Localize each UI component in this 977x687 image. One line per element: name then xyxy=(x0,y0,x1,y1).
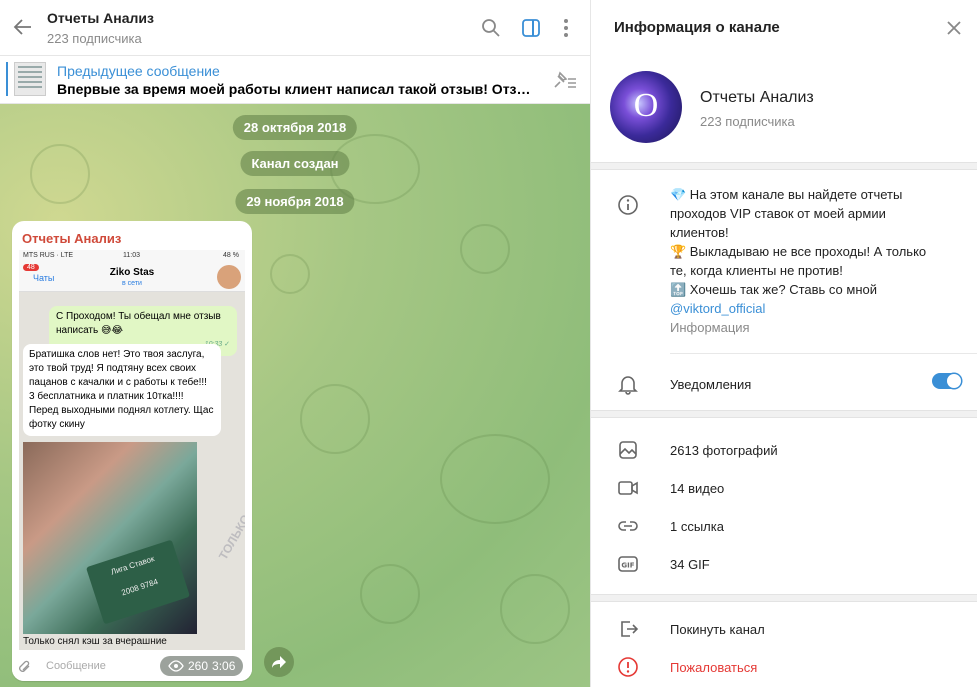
photo-incoming-text: Братишка слов нет! Это твоя заслуга, это… xyxy=(29,349,214,430)
attach-icon xyxy=(19,660,30,672)
sidebar-toggle-icon[interactable] xyxy=(521,18,541,38)
chat-background: 28 октября 2018 Канал создан 29 ноября 2… xyxy=(0,104,590,687)
notifications-toggle[interactable] xyxy=(932,373,962,389)
channel-subscriber-count: 223 подписчика xyxy=(700,114,795,129)
photo-contact-name: Ziko Stas xyxy=(109,267,155,278)
pinned-text: Впервые за время моей работы клиент напи… xyxy=(57,81,537,97)
photo-nav-bar: 48 Чаты Ziko Stas в сети xyxy=(19,262,245,292)
photo-bet-card: Лига Ставок 2008 9784 xyxy=(85,539,191,625)
section-divider xyxy=(591,594,977,602)
search-icon[interactable] xyxy=(481,18,501,38)
gif-icon: GIF xyxy=(618,556,638,572)
photo-carrier: MTS RUS · LTE xyxy=(23,252,74,259)
message-bubble[interactable]: Отчеты Анализ MTS RUS · LTE 11:03 48 % 4… xyxy=(12,221,252,681)
pinned-thumbnail xyxy=(14,62,46,96)
media-links[interactable]: 1 ссылка xyxy=(670,519,724,534)
back-arrow-icon[interactable] xyxy=(12,16,34,38)
date-separator: 28 октября 2018 xyxy=(232,115,358,140)
chat-title[interactable]: Отчеты Анализ xyxy=(47,10,154,26)
views-eye-icon xyxy=(168,660,184,672)
date-separator: 29 ноября 2018 xyxy=(235,189,355,214)
pinned-list-icon[interactable] xyxy=(552,70,578,90)
avatar-letter: O xyxy=(633,87,659,124)
pinned-label: Предыдущее сообщение xyxy=(57,63,220,79)
photo-icon xyxy=(619,441,637,459)
message-meta: 260 3:06 xyxy=(160,656,244,676)
media-photos[interactable]: 2613 фотографий xyxy=(670,443,778,458)
notifications-label[interactable]: Уведомления xyxy=(670,377,751,392)
photo-status-bar: MTS RUS · LTE 11:03 48 % xyxy=(19,250,245,262)
close-icon[interactable] xyxy=(945,19,963,37)
info-title: Информация о канале xyxy=(614,19,780,36)
svg-text:GIF: GIF xyxy=(621,562,634,570)
report-button[interactable]: Пожаловаться xyxy=(670,660,757,675)
photo-incoming-bubble: Братишка слов нет! Это твоя заслуга, это… xyxy=(23,344,221,436)
photo-cash-image: Лига Ставок 2008 9784 xyxy=(23,442,197,634)
link-icon xyxy=(618,521,638,531)
photo-outgoing-text: С Проходом! Ты обещал мне отзыв написать… xyxy=(56,311,221,336)
views-count: 260 xyxy=(188,659,209,673)
chat-pane: Отчеты Анализ 223 подписчика Предыдущее … xyxy=(0,0,590,687)
pinned-indicator xyxy=(6,62,8,96)
row-divider xyxy=(670,353,977,354)
more-menu-icon[interactable] xyxy=(556,18,576,38)
forward-icon xyxy=(272,656,286,668)
channel-avatar[interactable]: O xyxy=(610,71,682,143)
description-line: 🏆 Выкладываю не все проходы! А только те… xyxy=(670,244,927,278)
section-divider xyxy=(591,162,977,170)
channel-description: 💎 На этом канале вы найдете отчеты прохо… xyxy=(670,185,940,337)
description-caption: Информация xyxy=(670,320,750,335)
chat-subscriber-count: 223 подписчика xyxy=(47,31,142,46)
media-gifs[interactable]: 34 GIF xyxy=(670,557,710,572)
description-line: 💎 На этом канале вы найдете отчеты прохо… xyxy=(670,187,903,240)
description-line: 🔝 Хочешь так же? Ставь со мной xyxy=(670,282,878,297)
video-icon xyxy=(618,481,638,495)
section-divider xyxy=(591,410,977,418)
message-author[interactable]: Отчеты Анализ xyxy=(22,231,121,246)
photo-compose-placeholder: Сообщение xyxy=(46,660,106,672)
channel-created-label: Канал создан xyxy=(240,151,350,176)
channel-link[interactable]: @viktord_official xyxy=(670,299,940,318)
photo-contact-status: в сети xyxy=(122,280,142,287)
photo-clock: 11:03 xyxy=(123,252,140,259)
info-header: Информация о канале xyxy=(591,0,977,56)
channel-info-panel: Информация о канале O Отчеты Анализ 223 … xyxy=(590,0,977,687)
leave-icon xyxy=(621,621,639,637)
photo-battery: 48 % xyxy=(223,252,239,259)
forward-button[interactable] xyxy=(264,647,294,677)
channel-name: Отчеты Анализ xyxy=(700,89,814,106)
bell-icon xyxy=(618,376,638,395)
leave-channel-button[interactable]: Покинуть канал xyxy=(670,622,765,637)
media-videos[interactable]: 14 видео xyxy=(670,481,724,496)
message-time: 3:06 xyxy=(212,659,236,673)
photo-contact-avatar xyxy=(217,265,241,289)
message-photo[interactable]: MTS RUS · LTE 11:03 48 % 48 Чаты Ziko St… xyxy=(19,250,245,650)
chat-header: Отчеты Анализ 223 подписчика xyxy=(0,0,590,56)
report-icon xyxy=(618,657,638,677)
info-icon xyxy=(618,195,638,215)
photo-caption: Только снял кэш за вчерашние xyxy=(23,636,167,647)
pinned-message-bar[interactable]: Предыдущее сообщение Впервые за время мо… xyxy=(0,56,590,104)
